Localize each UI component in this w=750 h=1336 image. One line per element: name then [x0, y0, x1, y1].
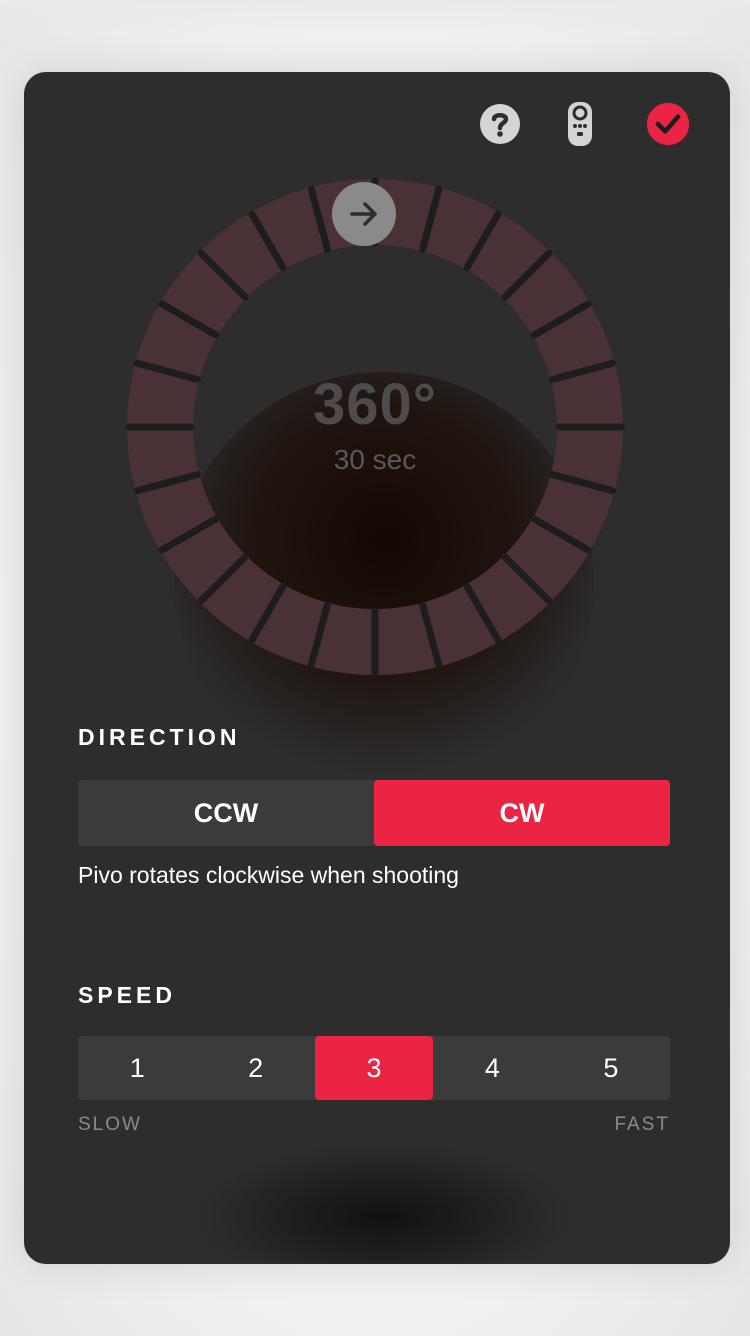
arrow-right-icon [350, 202, 377, 226]
remote-button[interactable] [558, 102, 602, 146]
speed-title: SPEED [78, 982, 176, 1008]
confirm-button[interactable] [646, 102, 690, 146]
direction-description: Pivo rotates clockwise when shooting [78, 862, 459, 888]
direction-title: DIRECTION [78, 724, 241, 750]
remote-control-icon [568, 102, 592, 146]
speed-selector: 1 2 3 4 5 [78, 1036, 670, 1100]
speed-option-3[interactable]: 3 [314, 1036, 434, 1100]
direction-option-ccw[interactable]: CCW [78, 780, 374, 846]
dial-ring [125, 177, 625, 677]
dial-start-handle[interactable] [332, 182, 396, 246]
speed-option-1[interactable]: 1 [78, 1036, 196, 1100]
check-circle-icon [646, 102, 690, 146]
speed-option-5[interactable]: 5 [552, 1036, 670, 1100]
question-circle-icon [480, 104, 520, 144]
speed-option-4[interactable]: 4 [433, 1036, 551, 1100]
rotation-dial[interactable]: 360° 30 sec [124, 176, 626, 678]
direction-option-cw[interactable]: CW [374, 780, 670, 846]
speed-option-2[interactable]: 2 [196, 1036, 314, 1100]
speed-slow-label: SLOW [78, 1114, 142, 1135]
help-button[interactable] [478, 102, 522, 146]
speed-fast-label: FAST [614, 1114, 670, 1135]
direction-selector: CCW CW [78, 780, 670, 846]
status-bar-fade [0, 0, 750, 40]
rotation-settings-panel: 360° 30 sec DIRECTION CCW CW Pivo rotate… [24, 72, 730, 1264]
bottom-shadow [194, 1142, 574, 1264]
